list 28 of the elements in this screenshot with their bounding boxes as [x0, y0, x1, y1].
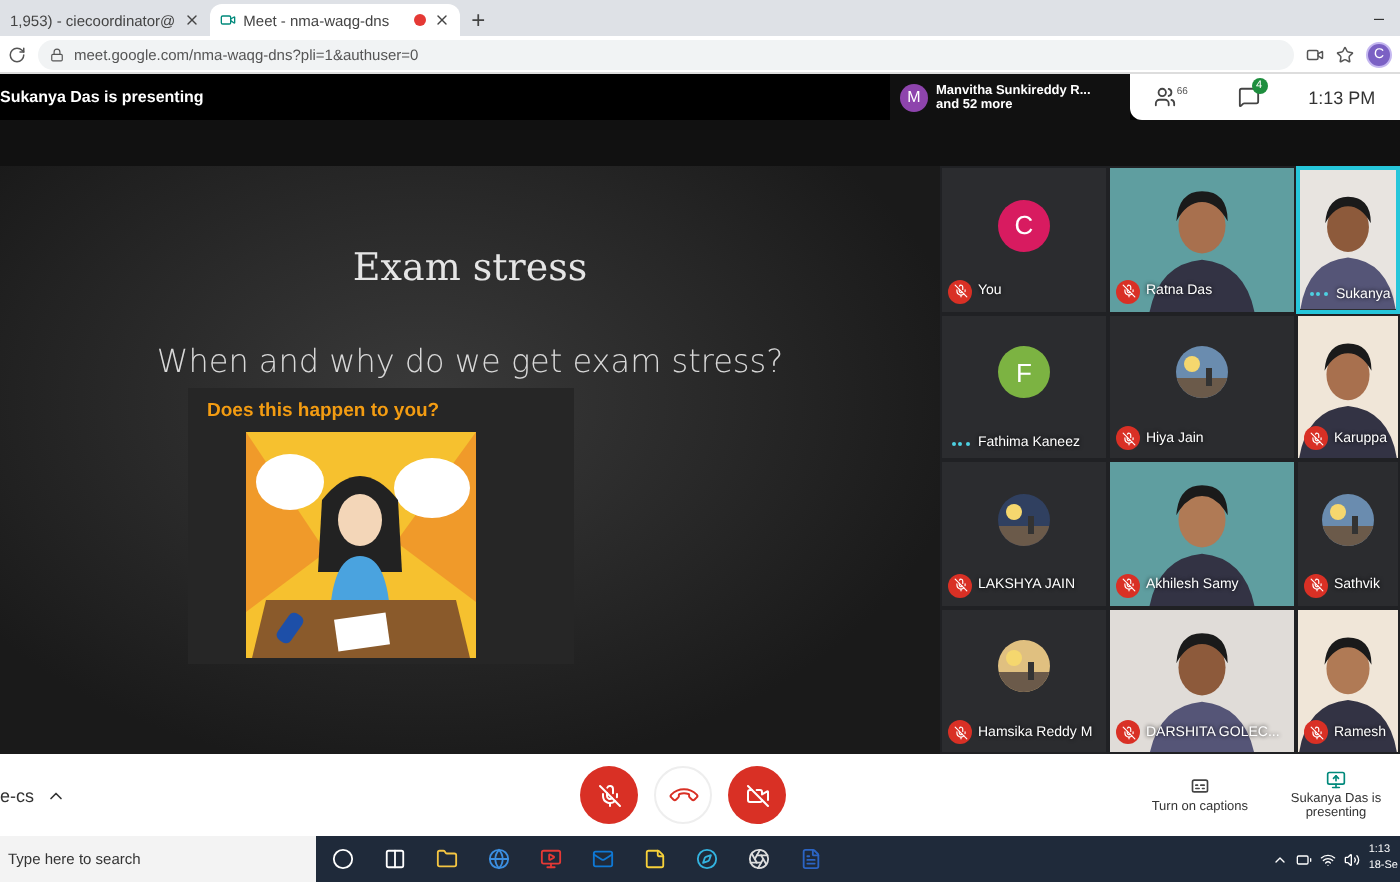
star-icon[interactable] [1336, 45, 1354, 63]
avatar: F [998, 346, 1050, 399]
camera-button[interactable] [728, 766, 786, 824]
presenting-label: Sukanya Das is presenting [0, 88, 206, 106]
new-tab-button[interactable]: + [459, 4, 498, 36]
battery-icon[interactable] [1296, 851, 1313, 867]
avatar: M [900, 83, 928, 111]
camera-icon[interactable] [1306, 45, 1324, 63]
meet-icon [219, 12, 236, 28]
close-icon[interactable] [433, 12, 450, 28]
hang-up-button[interactable] [654, 766, 712, 824]
meeting-code: e-cs [0, 785, 35, 805]
slide-question: When and why do we get exam stress? [156, 342, 784, 380]
microphone-button[interactable] [580, 766, 638, 824]
avatar: C [998, 199, 1050, 252]
slide-title: Exam stress [352, 246, 588, 290]
captions-icon [1189, 776, 1210, 796]
meeting-time: 1:13 PM [1308, 87, 1376, 107]
reload-icon[interactable] [8, 45, 26, 63]
slide-caption: Does this happen to you? [207, 400, 440, 422]
volume-icon[interactable] [1344, 851, 1361, 867]
minimize-button[interactable]: – [1373, 8, 1384, 28]
lock-icon [50, 47, 64, 61]
close-icon[interactable] [183, 12, 200, 28]
mic-off-icon [597, 783, 621, 807]
video-off-icon [745, 783, 769, 807]
wifi-icon[interactable] [1320, 851, 1337, 867]
present-screen-icon [1326, 770, 1346, 790]
